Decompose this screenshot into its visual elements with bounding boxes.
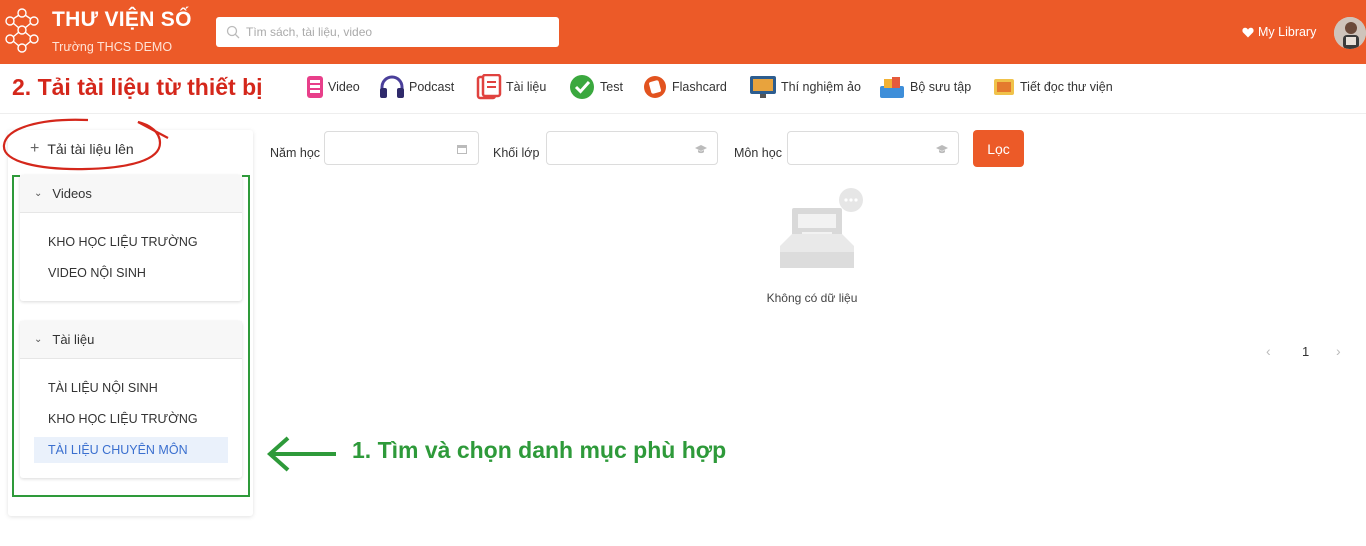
nav-library-reading-label: Tiết đọc thư viện: [1020, 80, 1113, 94]
flashcard-icon: [644, 76, 666, 98]
nav-flashcard-label: Flashcard: [672, 80, 727, 94]
category-item[interactable]: TÀI LIỆU NỘI SINH: [34, 375, 228, 401]
pagination-next-button[interactable]: ›: [1336, 343, 1341, 359]
category-group-header[interactable]: ⌄ Tài liệu: [20, 321, 242, 359]
document-icon: [476, 74, 502, 100]
chevron-down-icon: ⌄: [34, 188, 43, 199]
step2-annotation: 2. Tải tài liệu từ thiết bị: [12, 74, 263, 100]
subject-filter-label: Môn học: [734, 146, 782, 160]
category-item[interactable]: KHO HỌC LIỆU TRƯỜNG: [34, 229, 228, 255]
category-nav-bar: 2. Tải tài liệu từ thiết bị Video Podcas…: [0, 64, 1366, 114]
calendar-icon: [457, 145, 467, 154]
nav-virtual-lab-label: Thí nghiệm ảo: [781, 80, 861, 94]
category-item-active[interactable]: TÀI LIỆU CHUYÊN MÔN: [34, 437, 228, 463]
search-box[interactable]: [216, 17, 559, 47]
category-group-header[interactable]: ⌄ Videos: [20, 175, 242, 213]
chevron-down-icon: ⌄: [34, 334, 43, 345]
search-input[interactable]: [246, 22, 546, 42]
nav-test[interactable]: Test: [568, 72, 623, 102]
step1-annotation: 1. Tìm và chọn danh mục phù hợp: [352, 437, 727, 463]
empty-inbox-icon: [780, 188, 863, 268]
category-item[interactable]: VIDEO NỘI SINH: [34, 260, 228, 286]
avatar[interactable]: [1334, 17, 1366, 49]
category-group-videos: ⌄ Videos KHO HỌC LIỆU TRƯỜNG VIDEO NỘI S…: [20, 175, 242, 301]
nav-library-reading[interactable]: Tiết đọc thư viện: [992, 72, 1113, 102]
nav-video-label: Video: [328, 80, 360, 94]
category-item[interactable]: KHO HỌC LIỆU TRƯỜNG: [34, 406, 228, 432]
top-header: THƯ VIỆN SỐ Trường THCS DEMO My Library: [0, 0, 1366, 64]
video-icon: [307, 76, 323, 98]
filter-button[interactable]: Lọc: [973, 130, 1024, 167]
empty-state-text: Không có dữ liệu: [766, 291, 858, 305]
nav-test-label: Test: [600, 80, 623, 94]
pagination-prev-button[interactable]: ‹: [1266, 343, 1271, 359]
pagination-current-page[interactable]: 1: [1302, 344, 1309, 359]
category-group-title: Videos: [52, 186, 92, 201]
monitor-icon: [750, 76, 776, 98]
nav-flashcard[interactable]: Flashcard: [642, 72, 727, 102]
year-select[interactable]: [324, 131, 479, 165]
nav-documents[interactable]: Tài liệu: [476, 72, 546, 102]
search-icon: [226, 25, 240, 39]
nav-collection[interactable]: Bộ sưu tập: [878, 72, 971, 102]
nav-podcast-label: Podcast: [409, 80, 455, 94]
nav-video[interactable]: Video: [306, 72, 360, 102]
test-check-icon: [570, 75, 594, 99]
category-group-title: Tài liệu: [52, 332, 95, 347]
molecule-logo-icon[interactable]: [2, 6, 42, 54]
nav-documents-label: Tài liệu: [506, 80, 547, 94]
nav-collection-label: Bộ sưu tập: [910, 80, 972, 94]
grade-select[interactable]: [546, 131, 718, 165]
arrow-left-icon: [266, 436, 336, 472]
nav-virtual-lab[interactable]: Thí nghiệm ảo: [749, 72, 861, 102]
user-avatar-icon: [1334, 17, 1366, 49]
my-library-link[interactable]: My Library: [1242, 25, 1316, 39]
my-library-label: My Library: [1258, 25, 1317, 39]
year-filter-label: Năm học: [270, 146, 321, 160]
collection-icon: [880, 77, 904, 98]
annotation-circle: [2, 118, 169, 171]
grade-filter-label: Khối lớp: [493, 146, 540, 160]
heart-icon: [1242, 27, 1254, 37]
reading-icon: [994, 79, 1014, 95]
headphones-icon: [380, 75, 404, 98]
graduation-cap-icon: [936, 145, 948, 154]
brand-title[interactable]: THƯ VIỆN SỐ: [52, 8, 192, 32]
brand-subtitle: Trường THCS DEMO: [52, 40, 173, 54]
nav-podcast[interactable]: Podcast: [379, 72, 454, 102]
subject-select[interactable]: [787, 131, 959, 165]
category-group-documents: ⌄ Tài liệu TÀI LIỆU NỘI SINH KHO HỌC LIỆ…: [20, 321, 242, 478]
graduation-cap-icon: [695, 145, 707, 154]
